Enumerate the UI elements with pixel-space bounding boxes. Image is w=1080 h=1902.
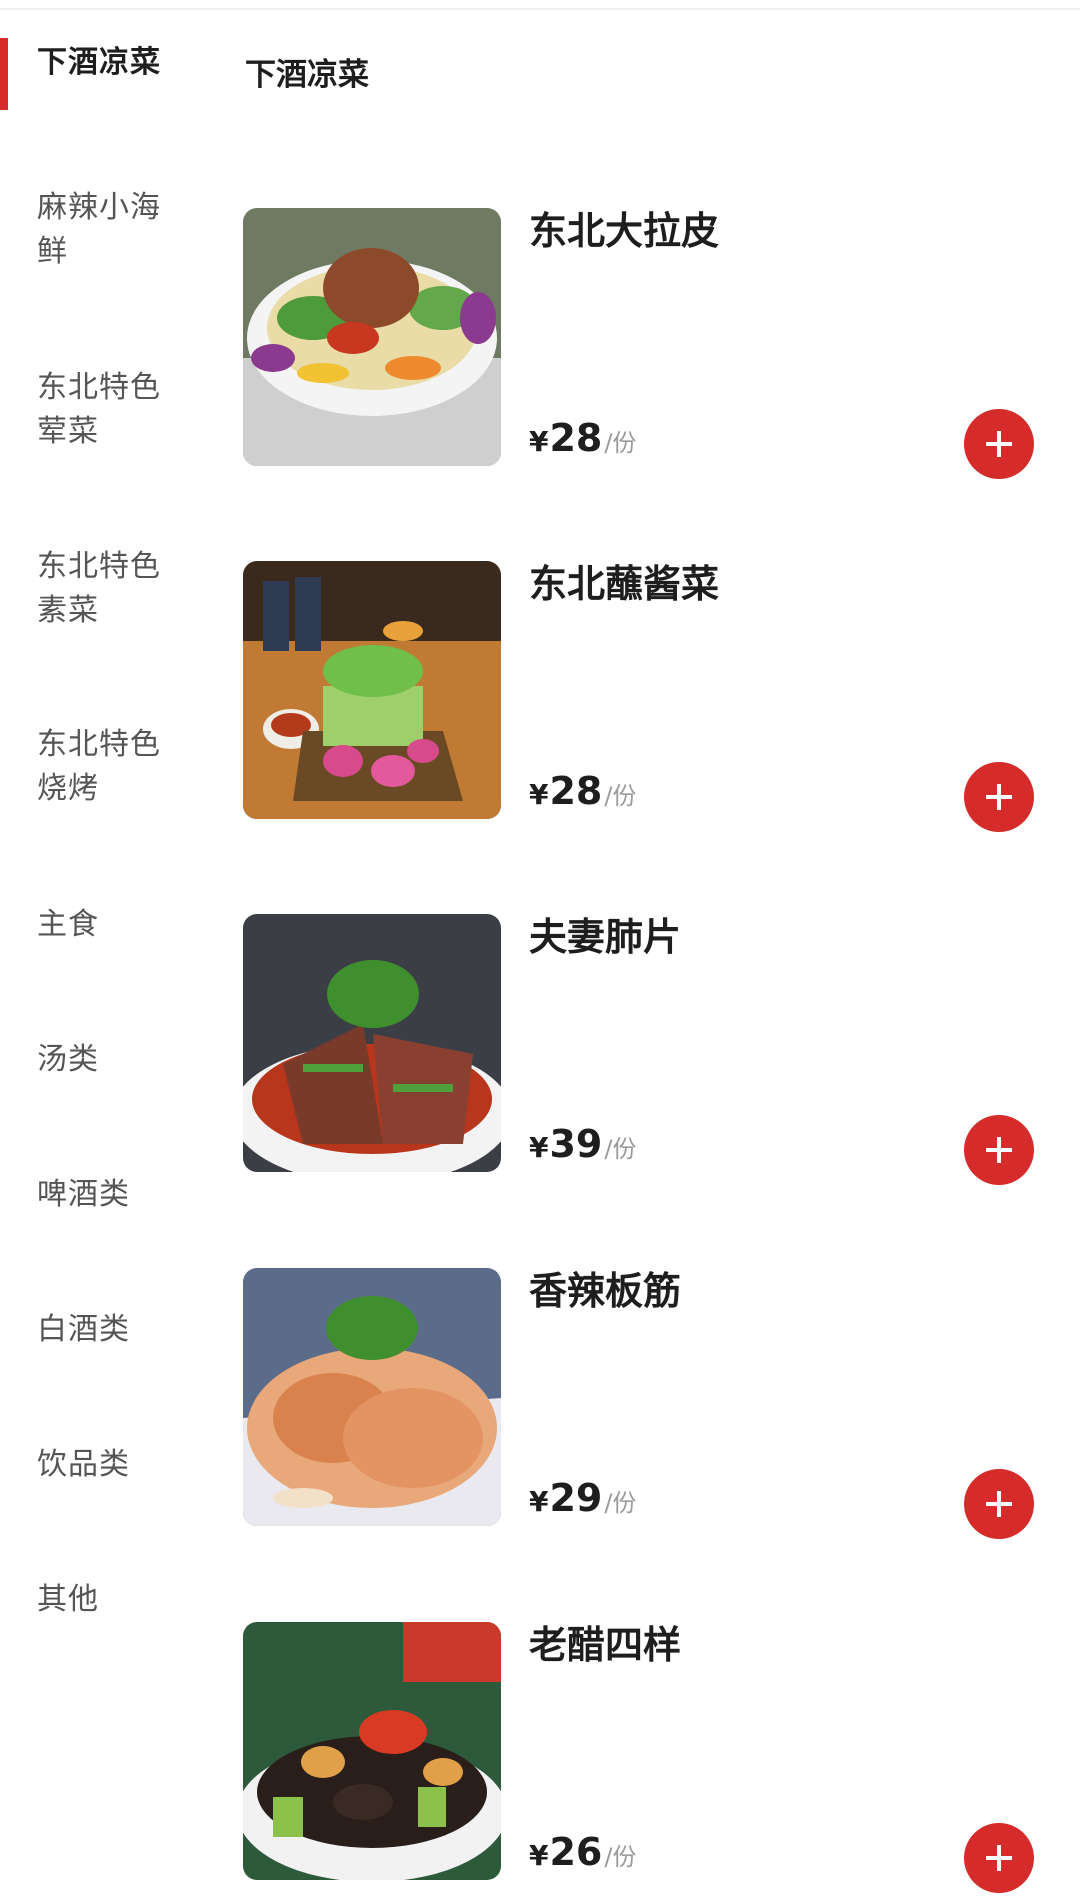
price-unit: /份 xyxy=(604,1843,637,1871)
plus-icon xyxy=(986,1845,1012,1871)
add-to-cart-button[interactable] xyxy=(964,762,1034,832)
dish-card[interactable]: 东北大拉皮 ¥ 28 /份 xyxy=(243,208,1043,479)
plus-icon xyxy=(986,431,1012,457)
sidebar-item-other[interactable]: 其他 xyxy=(37,1578,187,1622)
currency-symbol: ¥ xyxy=(529,1131,549,1164)
plus-icon xyxy=(986,1137,1012,1163)
currency-symbol: ¥ xyxy=(529,778,549,811)
price-amount: 28 xyxy=(549,769,603,813)
sidebar-item-beer[interactable]: 啤酒类 xyxy=(37,1173,187,1217)
dish-price: ¥ 39 /份 xyxy=(529,1122,636,1166)
dish-name: 老醋四样 xyxy=(529,1623,682,1667)
dish-price: ¥ 28 /份 xyxy=(529,416,636,460)
sidebar-item-northeast-veg[interactable]: 东北特色素菜 xyxy=(37,545,187,633)
dish-list: 下酒凉菜 东北大拉皮 ¥ 28 /份 东北蘸酱菜 ¥ 28 /份 夫妻肺片 ¥ … xyxy=(210,0,1080,1902)
dish-price: ¥ 28 /份 xyxy=(529,769,636,813)
price-amount: 28 xyxy=(549,416,603,460)
sidebar-item-drinks[interactable]: 饮品类 xyxy=(37,1443,187,1487)
sidebar-item-northeast-meat[interactable]: 东北特色荤菜 xyxy=(37,366,187,454)
add-to-cart-button[interactable] xyxy=(964,1115,1034,1185)
dish-photo-icon[interactable] xyxy=(243,561,501,819)
dish-photo-icon[interactable] xyxy=(243,1268,501,1526)
dish-price: ¥ 29 /份 xyxy=(529,1476,636,1520)
sidebar-item-cold-dishes[interactable]: 下酒凉菜 xyxy=(37,41,187,85)
section-title: 下酒凉菜 xyxy=(245,57,369,93)
dish-name: 东北大拉皮 xyxy=(529,209,720,253)
price-unit: /份 xyxy=(604,429,637,457)
dish-name: 夫妻肺片 xyxy=(529,915,682,959)
sidebar-item-soups[interactable]: 汤类 xyxy=(37,1038,187,1082)
currency-symbol: ¥ xyxy=(529,425,549,458)
sidebar-item-spicy-seafood[interactable]: 麻辣小海鲜 xyxy=(37,186,187,274)
sidebar-item-staple-food[interactable]: 主食 xyxy=(37,903,187,947)
sidebar-item-northeast-bbq[interactable]: 东北特色烧烤 xyxy=(37,723,187,811)
dish-card[interactable]: 夫妻肺片 ¥ 39 /份 xyxy=(243,914,1043,1185)
dish-photo-icon[interactable] xyxy=(243,208,501,466)
dish-name: 东北蘸酱菜 xyxy=(529,562,720,606)
currency-symbol: ¥ xyxy=(529,1839,549,1872)
sidebar-item-liquor[interactable]: 白酒类 xyxy=(37,1308,187,1352)
price-unit: /份 xyxy=(604,1489,637,1517)
dish-name: 香辣板筋 xyxy=(529,1269,682,1313)
price-unit: /份 xyxy=(604,782,637,810)
active-category-indicator xyxy=(0,38,8,110)
price-amount: 39 xyxy=(549,1122,603,1166)
add-to-cart-button[interactable] xyxy=(964,409,1034,479)
price-unit: /份 xyxy=(604,1135,637,1163)
dish-photo-icon[interactable] xyxy=(243,914,501,1172)
price-amount: 29 xyxy=(549,1476,603,1520)
dish-card[interactable]: 老醋四样 ¥ 26 /份 xyxy=(243,1622,1043,1893)
plus-icon xyxy=(986,784,1012,810)
dish-card[interactable]: 东北蘸酱菜 ¥ 28 /份 xyxy=(243,561,1043,832)
dish-price: ¥ 26 /份 xyxy=(529,1830,636,1874)
price-amount: 26 xyxy=(549,1830,603,1874)
add-to-cart-button[interactable] xyxy=(964,1823,1034,1893)
dish-card[interactable]: 香辣板筋 ¥ 29 /份 xyxy=(243,1268,1043,1539)
currency-symbol: ¥ xyxy=(529,1485,549,1518)
category-sidebar: 下酒凉菜 麻辣小海鲜 东北特色荤菜 东北特色素菜 东北特色烧烤 主食 汤类 啤酒… xyxy=(0,0,210,1902)
dish-photo-icon[interactable] xyxy=(243,1622,501,1880)
plus-icon xyxy=(986,1491,1012,1517)
add-to-cart-button[interactable] xyxy=(964,1469,1034,1539)
